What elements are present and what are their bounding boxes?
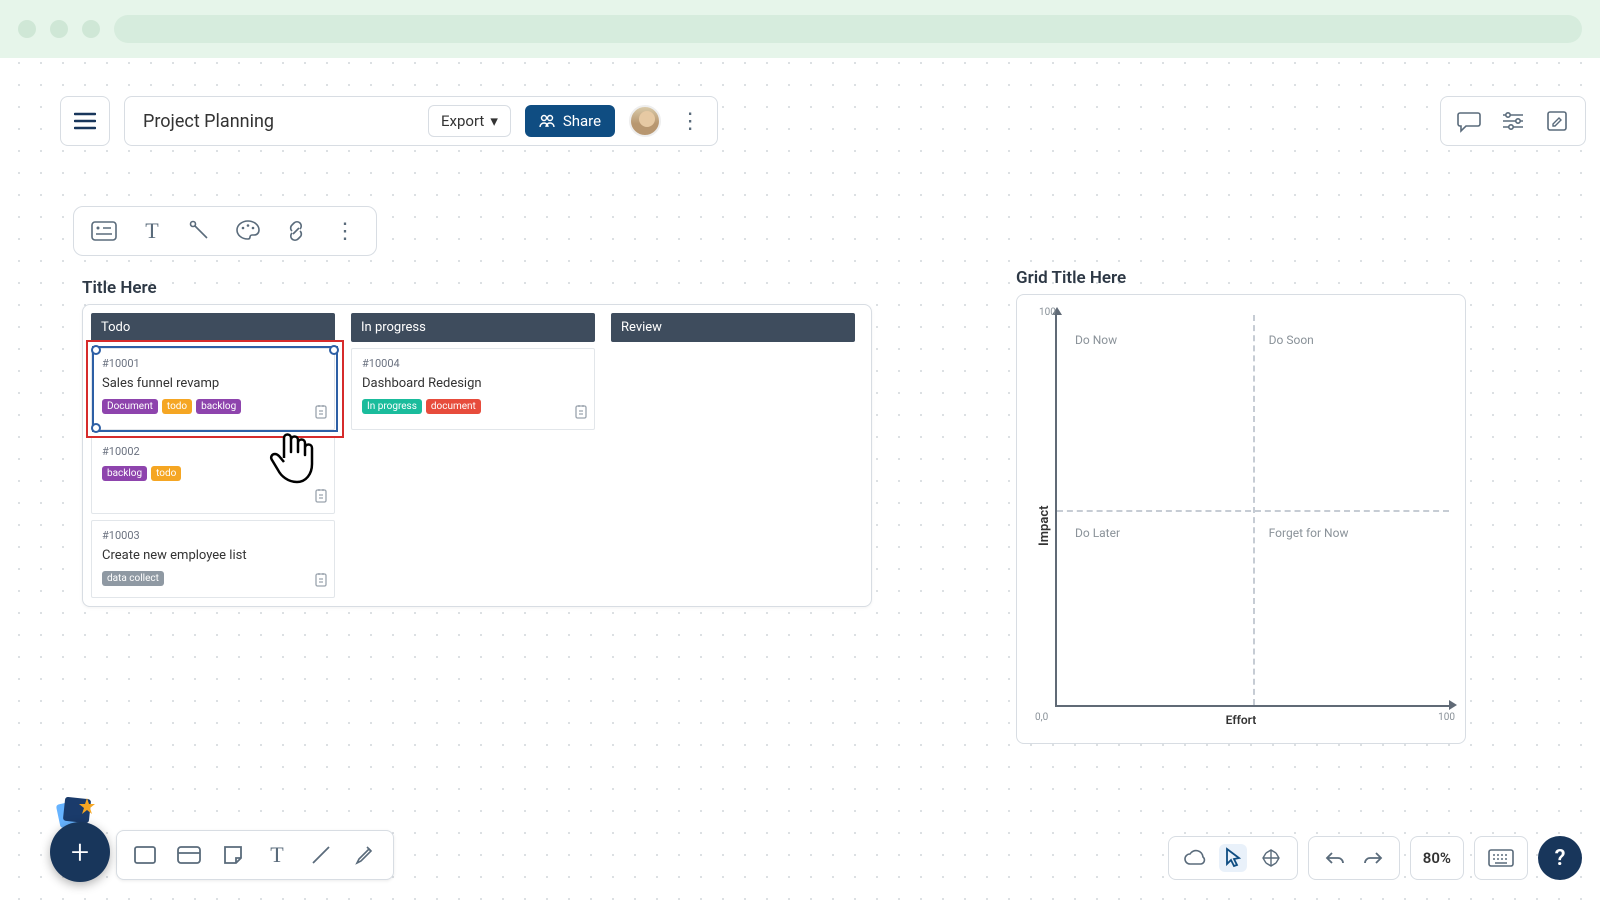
- address-bar-placeholder: [114, 15, 1582, 43]
- quadrant-label: Forget for Now: [1269, 526, 1349, 540]
- export-button[interactable]: Export ▾: [428, 105, 511, 137]
- quadrant-label: Do Later: [1075, 526, 1120, 540]
- shape-toolbar: T: [116, 830, 394, 880]
- kanban-column-in-progress[interactable]: In progress #10004 Dashboard Redesign In…: [351, 313, 595, 598]
- card-icon[interactable]: [90, 217, 118, 245]
- more-menu-button[interactable]: ⋮: [675, 109, 705, 134]
- keyboard-icon: [1487, 844, 1515, 872]
- card-tags: backlog todo: [102, 466, 324, 481]
- grid-title[interactable]: Grid Title Here: [1016, 268, 1126, 288]
- text-tool-icon[interactable]: T: [263, 841, 291, 869]
- canvas[interactable]: Project Planning Export ▾ Share ⋮: [0, 58, 1600, 900]
- hamburger-icon: [74, 112, 96, 130]
- y-axis-label: Impact: [1037, 505, 1052, 545]
- kanban-column-review[interactable]: Review: [611, 313, 855, 598]
- notes-icon[interactable]: [314, 488, 328, 507]
- share-label: Share: [563, 112, 601, 130]
- zoom-level: 80%: [1423, 849, 1451, 867]
- connector-icon[interactable]: [186, 217, 214, 245]
- chrome-dot: [50, 20, 68, 38]
- tag: In progress: [362, 399, 422, 414]
- tag: document: [426, 399, 481, 414]
- card-id: #10003: [102, 529, 324, 542]
- card-title: Create new employee list: [102, 548, 324, 563]
- pointer-mode-cluster: [1168, 836, 1298, 880]
- link-icon[interactable]: [282, 217, 310, 245]
- highlighter-tool-icon[interactable]: [351, 841, 379, 869]
- column-header[interactable]: Review: [611, 313, 855, 342]
- card-tags: data collect: [102, 571, 324, 586]
- x-axis-max-tick: 100: [1438, 712, 1455, 723]
- chat-icon[interactable]: [1455, 107, 1483, 135]
- card-title: Dashboard Redesign: [362, 376, 584, 391]
- cloud-sync-icon[interactable]: [1181, 844, 1209, 872]
- edit-note-icon[interactable]: [1543, 107, 1571, 135]
- notes-icon[interactable]: [314, 572, 328, 591]
- card-id: #10004: [362, 357, 584, 370]
- menu-button[interactable]: [60, 96, 110, 146]
- palette-icon[interactable]: [234, 217, 262, 245]
- origin-tick: 0,0: [1035, 712, 1048, 723]
- grid-axes: Do Now Do Soon Do Later Forget for Now: [1055, 315, 1449, 707]
- card-id: #10001: [102, 357, 324, 370]
- column-header[interactable]: In progress: [351, 313, 595, 342]
- zoom-cluster[interactable]: 80%: [1410, 836, 1464, 880]
- kanban-card[interactable]: #10001 Sales funnel revamp Document todo…: [91, 348, 335, 430]
- help-button[interactable]: ?: [1538, 836, 1582, 880]
- card-title: Sales funnel revamp: [102, 376, 324, 391]
- text-icon[interactable]: T: [138, 217, 166, 245]
- context-more-button[interactable]: ⋮: [330, 219, 360, 244]
- chrome-dot: [18, 20, 36, 38]
- keyboard-cluster[interactable]: [1474, 836, 1528, 880]
- help-label: ?: [1555, 846, 1566, 871]
- pan-tool-icon[interactable]: [1257, 844, 1285, 872]
- add-button[interactable]: +: [50, 822, 110, 882]
- chrome-dot: [82, 20, 100, 38]
- quadrant-label: Do Soon: [1269, 333, 1314, 347]
- title-bar: Project Planning Export ▾ Share ⋮: [124, 96, 718, 146]
- kanban-column-todo[interactable]: Todo #10001 Sales funnel revamp Document…: [91, 313, 335, 598]
- y-axis-max-tick: 100: [1039, 307, 1056, 318]
- view-controls: 80% ?: [1168, 836, 1582, 880]
- top-right-tools: [1440, 96, 1586, 146]
- tag: data collect: [102, 571, 164, 586]
- kanban-card[interactable]: #10002 backlog todo: [91, 436, 335, 514]
- kanban-card[interactable]: #10004 Dashboard Redesign In progress do…: [351, 348, 595, 430]
- kanban-title[interactable]: Title Here: [82, 278, 157, 298]
- redo-icon[interactable]: [1359, 844, 1387, 872]
- quadrant-label: Do Now: [1075, 333, 1117, 347]
- tag: backlog: [102, 466, 147, 481]
- kanban-board[interactable]: Todo #10001 Sales funnel revamp Document…: [82, 304, 872, 607]
- priority-grid[interactable]: Do Now Do Soon Do Later Forget for Now 1…: [1016, 294, 1466, 744]
- browser-chrome: [0, 0, 1600, 58]
- user-avatar[interactable]: [629, 105, 661, 137]
- tag: todo: [151, 466, 181, 481]
- tag: Document: [102, 399, 158, 414]
- notes-icon[interactable]: [574, 404, 588, 423]
- history-cluster: [1308, 836, 1400, 880]
- share-button[interactable]: Share: [525, 105, 615, 137]
- card-tool-icon[interactable]: [175, 841, 203, 869]
- tag: todo: [162, 399, 192, 414]
- project-title[interactable]: Project Planning: [143, 111, 274, 132]
- notes-icon[interactable]: [314, 404, 328, 423]
- kanban-card[interactable]: #10003 Create new employee list data col…: [91, 520, 335, 598]
- card-tags: In progress document: [362, 399, 584, 414]
- column-header[interactable]: Todo: [91, 313, 335, 342]
- context-toolbar: T ⋮: [73, 206, 377, 256]
- line-tool-icon[interactable]: [307, 841, 335, 869]
- sliders-icon[interactable]: [1499, 107, 1527, 135]
- tag: backlog: [196, 399, 241, 414]
- people-icon: [539, 114, 555, 128]
- rectangle-tool-icon[interactable]: [131, 841, 159, 869]
- sticky-note-tool-icon[interactable]: [219, 841, 247, 869]
- pointer-tool-icon[interactable]: [1219, 844, 1247, 872]
- undo-icon[interactable]: [1321, 844, 1349, 872]
- x-axis-label: Effort: [1226, 713, 1257, 727]
- card-id: #10002: [102, 445, 324, 458]
- card-tags: Document todo backlog: [102, 399, 324, 414]
- export-label: Export: [441, 112, 484, 130]
- caret-down-icon: ▾: [490, 112, 498, 130]
